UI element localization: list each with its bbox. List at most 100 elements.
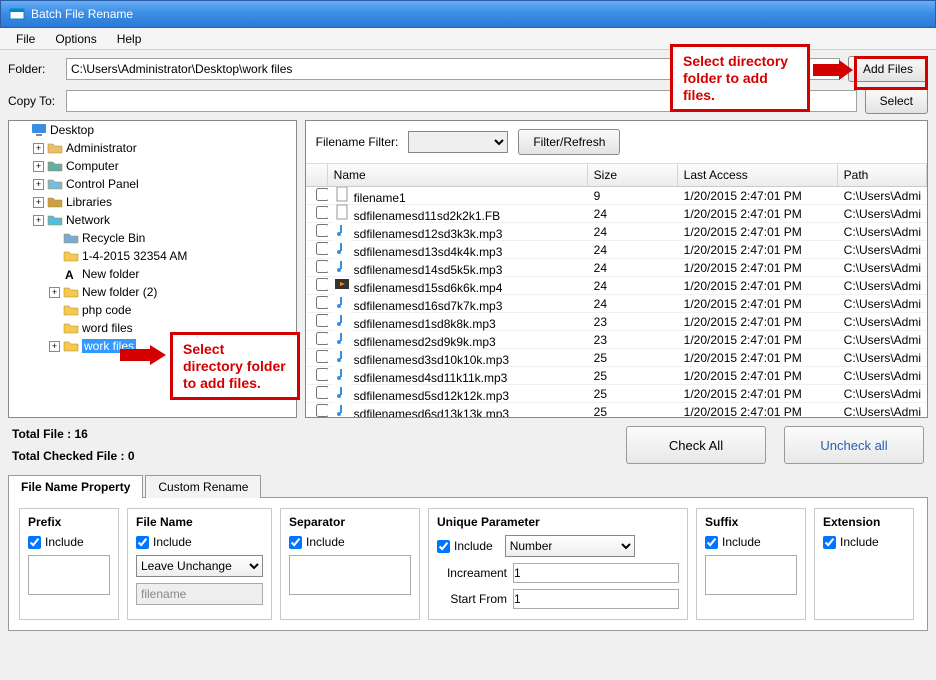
- check-all-button[interactable]: Check All: [626, 426, 766, 464]
- tree-item-label: New folder (2): [82, 285, 157, 299]
- tree-item-label: Libraries: [66, 195, 112, 209]
- filename-include-check[interactable]: [136, 536, 149, 549]
- file-size: 24: [588, 278, 678, 294]
- file-lastaccess: 1/20/2015 2:47:01 PM: [678, 188, 838, 204]
- list-header: Name Size Last Access Path: [306, 164, 927, 187]
- file-size: 23: [588, 314, 678, 330]
- row-check[interactable]: [316, 224, 328, 237]
- tree-item-label: word files: [82, 321, 133, 335]
- file-path: C:\Users\Admi: [838, 278, 927, 294]
- row-check[interactable]: [316, 314, 328, 327]
- suffix-input[interactable]: [705, 555, 797, 595]
- file-size: 24: [588, 260, 678, 276]
- col-name[interactable]: Name: [328, 164, 588, 186]
- prefix-input[interactable]: [28, 555, 110, 595]
- row-check[interactable]: [316, 188, 328, 201]
- separator-include-check[interactable]: [289, 536, 302, 549]
- col-check[interactable]: [306, 164, 328, 186]
- total-checked-value: 0: [128, 449, 135, 463]
- table-row[interactable]: sdfilenamesd6sd13k13k.mp3251/20/2015 2:4…: [306, 403, 927, 417]
- unique-type-select[interactable]: Number: [505, 535, 635, 557]
- file-path: C:\Users\Admi: [838, 386, 927, 402]
- folder-label: Folder:: [8, 62, 58, 76]
- tree-item[interactable]: +Network: [13, 211, 296, 229]
- annotation-arrow-top: [813, 60, 853, 80]
- increment-input[interactable]: [513, 563, 679, 583]
- select-button[interactable]: Select: [865, 88, 928, 114]
- folder-icon: [63, 284, 79, 300]
- titlebar: Batch File Rename: [0, 0, 936, 28]
- unique-include-check[interactable]: [437, 540, 450, 553]
- uncheck-all-button[interactable]: Uncheck all: [784, 426, 924, 464]
- file-path: C:\Users\Admi: [838, 242, 927, 258]
- menu-help[interactable]: Help: [107, 30, 152, 48]
- monitor-icon: [31, 122, 47, 138]
- tree-item[interactable]: +Administrator: [13, 139, 296, 157]
- expand-icon[interactable]: +: [33, 215, 44, 226]
- startfrom-input[interactable]: [513, 589, 679, 609]
- total-checked-label: Total Checked File :: [12, 449, 124, 463]
- file-list-panel: Filename Filter: Filter/Refresh Name Siz…: [305, 120, 928, 418]
- tab-custom-rename[interactable]: Custom Rename: [145, 475, 261, 498]
- separator-input[interactable]: [289, 555, 411, 595]
- tab-filename-property[interactable]: File Name Property: [8, 475, 143, 498]
- file-size: 25: [588, 368, 678, 384]
- filename-mode-select[interactable]: Leave Unchange: [136, 555, 263, 577]
- extension-include-check[interactable]: [823, 536, 836, 549]
- tree-item[interactable]: 1-4-2015 32354 AM: [13, 247, 296, 265]
- filter-select[interactable]: [408, 131, 508, 153]
- file-lastaccess: 1/20/2015 2:47:01 PM: [678, 278, 838, 294]
- row-check[interactable]: [316, 332, 328, 345]
- prefix-include-check[interactable]: [28, 536, 41, 549]
- tree-item[interactable]: + New folder (2): [13, 283, 296, 301]
- row-check[interactable]: [316, 278, 328, 291]
- row-check[interactable]: [316, 350, 328, 363]
- expand-icon[interactable]: +: [33, 143, 44, 154]
- svg-text:A: A: [65, 268, 74, 282]
- expand-icon[interactable]: +: [33, 179, 44, 190]
- menu-options[interactable]: Options: [45, 30, 106, 48]
- tree-item[interactable]: + Control Panel: [13, 175, 296, 193]
- row-check[interactable]: [316, 242, 328, 255]
- row-check[interactable]: [316, 296, 328, 309]
- tree-item-label: php code: [82, 303, 131, 317]
- expand-icon[interactable]: +: [49, 287, 60, 298]
- file-lastaccess: 1/20/2015 2:47:01 PM: [678, 368, 838, 384]
- file-lastaccess: 1/20/2015 2:47:01 PM: [678, 224, 838, 240]
- tree-item-label: Desktop: [50, 123, 94, 137]
- row-check[interactable]: [316, 368, 328, 381]
- total-file-value: 16: [74, 427, 87, 441]
- expand-icon[interactable]: +: [33, 161, 44, 172]
- group-title-filename: File Name: [136, 515, 263, 529]
- file-size: 23: [588, 332, 678, 348]
- tree-item-label: Control Panel: [66, 177, 139, 191]
- col-size[interactable]: Size: [588, 164, 678, 186]
- expand-icon[interactable]: +: [33, 197, 44, 208]
- total-file-label: Total File :: [12, 427, 71, 441]
- tree-item[interactable]: Recycle Bin: [13, 229, 296, 247]
- menu-file[interactable]: File: [6, 30, 45, 48]
- unique-include-label: Include: [454, 539, 493, 553]
- row-check[interactable]: [316, 404, 328, 417]
- list-body[interactable]: filename191/20/2015 2:47:01 PMC:\Users\A…: [306, 187, 927, 417]
- tree-item[interactable]: +Computer: [13, 157, 296, 175]
- suffix-include-check[interactable]: [705, 536, 718, 549]
- filter-refresh-button[interactable]: Filter/Refresh: [518, 129, 620, 155]
- tree-item[interactable]: ANew folder: [13, 265, 296, 283]
- row-check[interactable]: [316, 206, 328, 219]
- folder-icon: [63, 338, 79, 354]
- tree-item[interactable]: + Libraries: [13, 193, 296, 211]
- tree-item[interactable]: Desktop: [13, 121, 296, 139]
- file-path: C:\Users\Admi: [838, 260, 927, 276]
- file-size: 9: [588, 188, 678, 204]
- expand-icon[interactable]: +: [49, 341, 60, 352]
- increment-label: Increament: [437, 566, 507, 580]
- row-check[interactable]: [316, 260, 328, 273]
- col-lastaccess[interactable]: Last Access: [678, 164, 838, 186]
- filter-label: Filename Filter:: [316, 135, 399, 149]
- tree-item[interactable]: php code: [13, 301, 296, 319]
- col-path[interactable]: Path: [838, 164, 927, 186]
- tab-body: Prefix Include File Name Include Leave U…: [8, 497, 928, 631]
- row-check[interactable]: [316, 386, 328, 399]
- add-files-button[interactable]: Add Files: [848, 56, 928, 82]
